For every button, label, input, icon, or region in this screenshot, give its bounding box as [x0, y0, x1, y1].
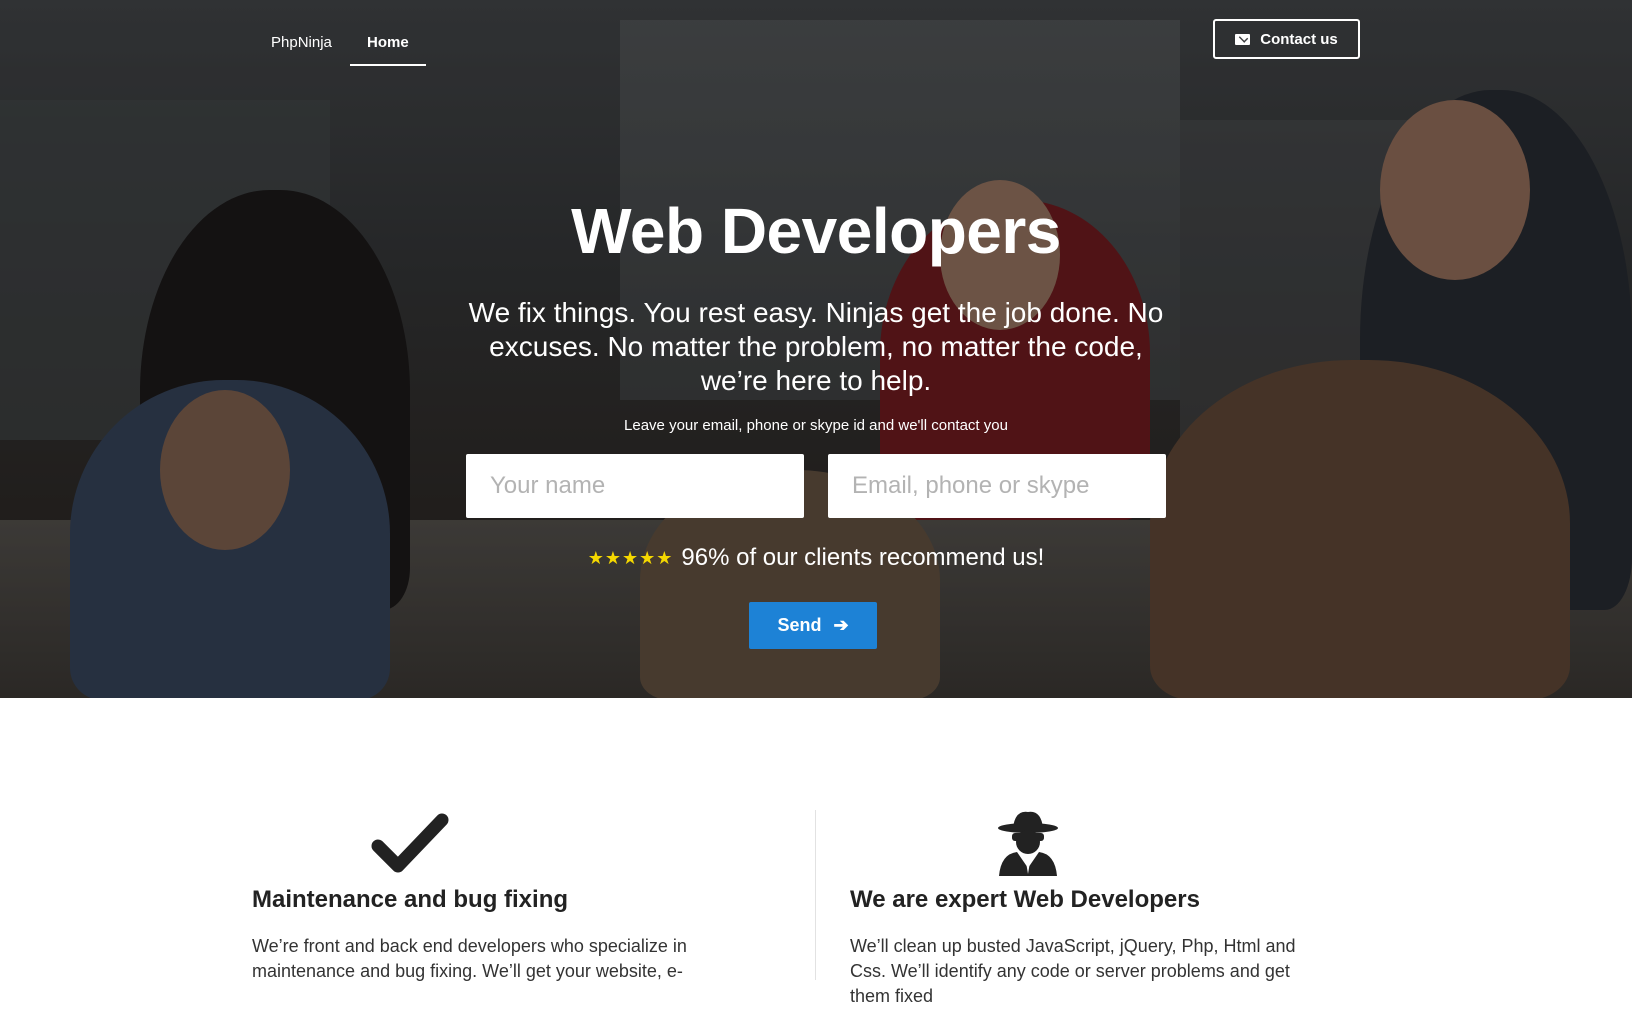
feature-title: We are expert Web Developers — [850, 886, 1200, 913]
hero-section: PhpNinja Home Contact us Web Developers … — [0, 0, 1632, 698]
send-button[interactable]: Send ➔ — [749, 602, 877, 649]
envelope-icon — [1235, 33, 1251, 45]
contact-us-label: Contact us — [1260, 30, 1338, 48]
features-section: Maintenance and bug fixing We’re front a… — [0, 698, 1632, 1006]
send-label: Send — [777, 615, 822, 635]
hero-form-hint: Leave your email, phone or skype id and … — [624, 417, 1008, 434]
hero-title: Web Developers — [571, 195, 1061, 267]
features-divider — [815, 810, 816, 980]
spy-icon — [995, 808, 1075, 878]
star-rating-icon: ★★★★★ — [587, 547, 674, 568]
hero-subtitle: We fix things. You rest easy. Ninjas get… — [468, 297, 1164, 396]
feature-text: We’re front and back end developers who … — [252, 936, 687, 981]
feature-title: Maintenance and bug fixing — [252, 886, 569, 913]
rating: ★★★★★ 96% of our clients recommend us! — [0, 544, 1632, 572]
contact-us-button[interactable]: Contact us — [1213, 19, 1360, 59]
name-input[interactable] — [466, 454, 804, 518]
feature-text: We’ll clean up busted JavaScript, jQuery… — [850, 936, 1296, 1006]
nav-brand-link[interactable]: PhpNinja — [271, 34, 332, 51]
checkmark-icon — [370, 808, 450, 878]
nav-home-link[interactable]: Home — [367, 34, 409, 51]
arrow-right-icon: ➔ — [833, 615, 849, 635]
top-nav: PhpNinja Home Contact us — [250, 14, 1380, 66]
nav-active-indicator — [350, 64, 426, 66]
contact-input[interactable] — [828, 454, 1166, 518]
rating-text: 96% of our clients recommend us! — [681, 544, 1045, 571]
